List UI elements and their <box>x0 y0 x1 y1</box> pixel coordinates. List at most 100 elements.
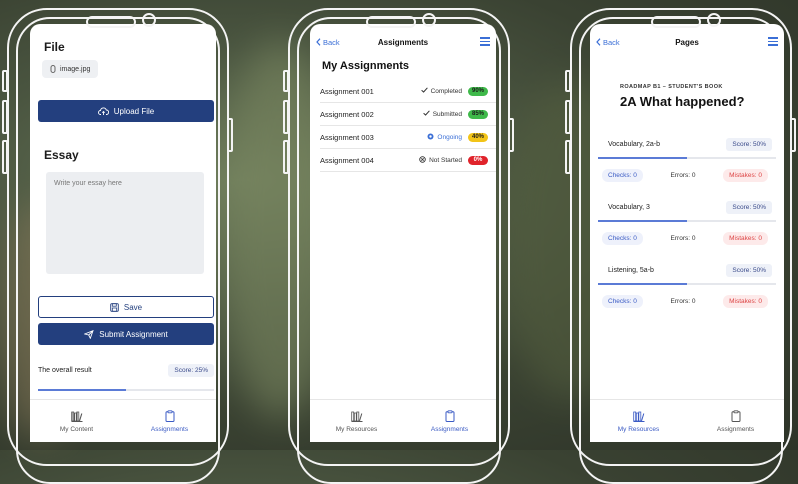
errors-badge: Errors: 0 <box>664 232 702 245</box>
assignment-name: Assignment 002 <box>320 109 374 119</box>
back-button[interactable]: Back <box>316 38 340 47</box>
section-score-badge: Score: 50% <box>726 201 772 214</box>
section-stats: Checks: 0 Errors: 0 Mistakes: 0 <box>602 169 768 182</box>
assignment-percent-badge: 40% <box>468 132 488 142</box>
overall-result-row: The overall result Score: 25% <box>38 364 214 377</box>
back-label: Back <box>603 37 620 47</box>
assignment-status: Not Started <box>412 155 468 165</box>
section-stats: Checks: 0 Errors: 0 Mistakes: 0 <box>602 232 768 245</box>
assignment-status: Ongoing <box>412 133 468 142</box>
phone-notch <box>340 10 450 28</box>
errors-badge: Errors: 0 <box>664 295 702 308</box>
check-icon <box>420 87 428 95</box>
ongoing-icon <box>427 133 434 142</box>
section-name: Vocabulary, 2a-b <box>608 141 661 148</box>
tab-bar: My Content Assignments <box>30 399 216 442</box>
checks-badge: Checks: 0 <box>602 232 643 245</box>
assignment-name: Assignment 004 <box>320 155 374 165</box>
section-stats: Checks: 0 Errors: 0 Mistakes: 0 <box>602 295 768 308</box>
section-name: Listening, 5a-b <box>608 267 654 274</box>
section-progress-bar <box>598 220 776 222</box>
overall-score-badge: Score: 25% <box>168 364 214 377</box>
assignment-row[interactable]: Assignment 002 Submitted 85% <box>320 103 496 126</box>
section-row[interactable]: Vocabulary, 2a-b Score: 50% <box>608 138 784 151</box>
section-row[interactable]: Vocabulary, 3 Score: 50% <box>608 201 784 214</box>
nav-bar: Back Pages <box>590 34 784 50</box>
tab-assignments[interactable]: Assignments <box>123 400 216 442</box>
phone-screen: File image.jpg Upload File Essay Write y… <box>30 24 216 442</box>
cloud-upload-icon <box>97 107 109 115</box>
assignment-status-label: Ongoing <box>437 133 462 141</box>
save-button[interactable]: Save <box>38 296 214 318</box>
tab-label: Assignments <box>150 425 189 433</box>
clipboard-icon <box>165 409 174 422</box>
assignment-row[interactable]: Assignment 004 Not Started 0% <box>320 149 496 172</box>
menu-icon[interactable] <box>768 37 778 48</box>
file-heading: File <box>44 40 65 54</box>
menu-icon[interactable] <box>480 37 490 48</box>
assignment-percent-badge: 0% <box>468 155 488 165</box>
essay-placeholder: Write your essay here <box>54 180 122 187</box>
phone-notch <box>625 10 735 28</box>
assignment-row[interactable]: Assignment 001 Completed 90% <box>320 80 496 103</box>
section-progress-fill <box>598 220 687 222</box>
my-assignments-heading: My Assignments <box>322 60 410 72</box>
phone-screen: Back Pages ROADMAP B1 – STUDENT'S BOOK 2… <box>590 24 784 442</box>
assignment-status-label: Not Started <box>429 156 462 164</box>
not-started-icon <box>419 155 426 165</box>
volume-button <box>565 70 571 92</box>
books-icon <box>70 411 82 422</box>
books-icon <box>632 411 644 422</box>
mistakes-badge: Mistakes: 0 <box>723 169 768 182</box>
tab-my-resources[interactable]: My Resources <box>310 400 403 442</box>
send-icon <box>84 329 94 339</box>
power-button <box>227 118 233 152</box>
overall-progress-bar <box>38 389 214 391</box>
checks-badge: Checks: 0 <box>602 169 643 182</box>
phone-notch <box>60 10 170 28</box>
check-icon <box>422 110 430 118</box>
assignment-percent-badge: 90% <box>468 86 488 96</box>
essay-textarea[interactable]: Write your essay here <box>46 172 204 274</box>
section-row[interactable]: Listening, 5a-b Score: 50% <box>608 264 784 277</box>
back-button[interactable]: Back <box>596 38 620 47</box>
tab-my-content[interactable]: My Content <box>30 400 123 442</box>
essay-heading: Essay <box>44 148 79 162</box>
assignment-status-label: Completed <box>430 87 462 95</box>
section-progress-fill <box>598 157 687 159</box>
volume-button <box>2 140 8 174</box>
assignment-status: Submitted <box>412 110 468 118</box>
tab-label: Assignments <box>430 425 469 433</box>
tab-assignments[interactable]: Assignments <box>403 400 496 442</box>
clipboard-icon <box>731 409 740 422</box>
section-progress-bar <box>598 283 776 285</box>
tab-my-resources[interactable]: My Resources <box>590 400 687 442</box>
assignment-name: Assignment 003 <box>320 132 374 142</box>
volume-button <box>2 70 8 92</box>
save-icon <box>110 302 119 312</box>
phone-screen: Back Assignments My Assignments Assignme… <box>310 24 496 442</box>
tab-assignments[interactable]: Assignments <box>687 400 784 442</box>
volume-button <box>2 100 8 134</box>
tab-label: My Content <box>59 425 94 433</box>
tab-bar: My Resources Assignments <box>590 399 784 442</box>
upload-file-button[interactable]: Upload File <box>38 100 214 122</box>
chevron-left-icon <box>596 38 601 46</box>
errors-badge: Errors: 0 <box>664 169 702 182</box>
section-progress-bar <box>598 157 776 159</box>
paperclip-icon <box>50 65 56 73</box>
assignment-percent-badge: 85% <box>468 109 488 119</box>
file-chip[interactable]: image.jpg <box>42 60 99 78</box>
upload-file-label: Upload File <box>113 106 155 116</box>
section-score-badge: Score: 50% <box>726 264 772 277</box>
clipboard-icon <box>445 409 454 422</box>
section-score-badge: Score: 50% <box>726 138 772 151</box>
books-icon <box>350 411 362 422</box>
submit-assignment-button[interactable]: Submit Assignment <box>38 323 214 345</box>
file-name: image.jpg <box>60 65 91 73</box>
submit-assignment-label: Submit Assignment <box>99 329 168 339</box>
overall-progress-fill <box>38 389 126 391</box>
assignment-row[interactable]: Assignment 003 Ongoing 40% <box>320 126 496 149</box>
tab-label: Assignments <box>716 425 755 433</box>
mistakes-badge: Mistakes: 0 <box>723 295 768 308</box>
